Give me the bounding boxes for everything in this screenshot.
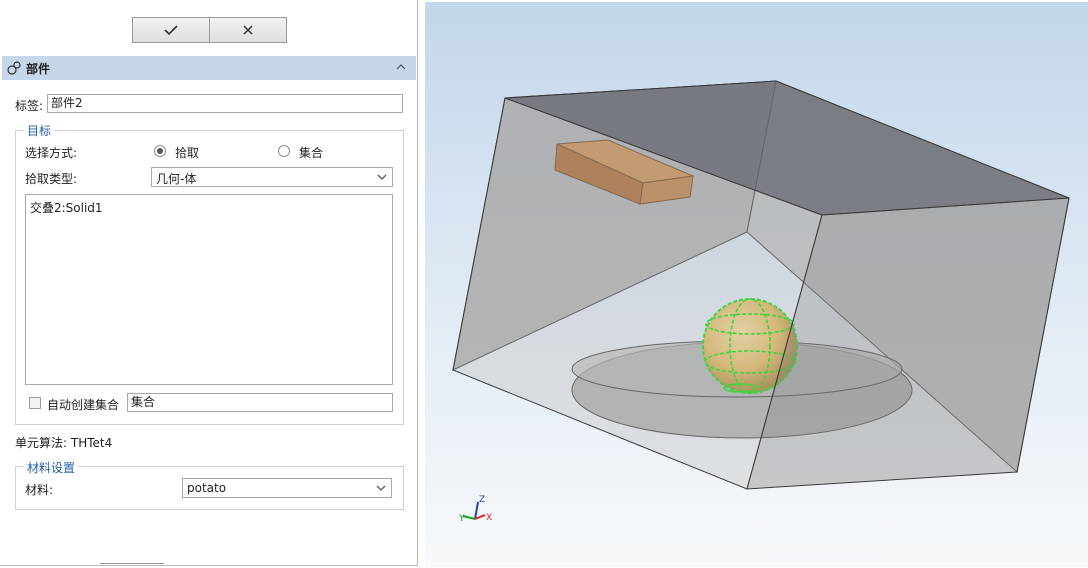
axis-x-label: X xyxy=(486,513,492,523)
pick-type-caption: 拾取类型: xyxy=(25,172,78,186)
auto-create-set-label: 自动创建集合 xyxy=(47,398,120,412)
part-icon xyxy=(7,61,21,75)
label-caption: 标签: xyxy=(15,99,44,113)
element-algorithm-text: 单元算法: THTet4 xyxy=(15,436,113,450)
radio-pick[interactable] xyxy=(154,145,166,157)
auto-create-set-checkbox[interactable] xyxy=(29,397,41,409)
cancel-button[interactable] xyxy=(209,18,286,42)
property-panel: 部件 标签: 部件2 目标 选择方式: 拾取 集合 拾取类型: 几何-体 交叠2… xyxy=(0,0,418,566)
material-caption: 材料: xyxy=(25,483,54,497)
ok-cancel-bar xyxy=(132,17,287,43)
ok-button[interactable] xyxy=(133,18,209,42)
check-icon xyxy=(164,25,178,36)
3d-viewport[interactable]: Z X Y xyxy=(425,2,1088,567)
chevron-down-icon xyxy=(376,485,386,491)
material-group-title: 材料设置 xyxy=(24,459,79,476)
material-select[interactable]: potato xyxy=(182,478,392,498)
chevron-down-icon xyxy=(377,174,387,180)
pick-list[interactable]: 交叠2:Solid1 xyxy=(25,194,393,385)
axis-triad: Z X Y xyxy=(458,495,492,524)
label-input[interactable]: 部件2 xyxy=(47,94,403,113)
list-item[interactable]: 交叠2:Solid1 xyxy=(26,195,392,220)
set-name-input[interactable]: 集合 xyxy=(127,393,393,412)
bottom-tab[interactable] xyxy=(100,563,164,568)
axis-y-label: Y xyxy=(458,514,465,524)
section-header-part[interactable]: 部件 xyxy=(2,56,416,80)
pick-type-value: 几何-体 xyxy=(156,172,197,186)
target-group-title: 目标 xyxy=(24,122,55,139)
scene: Z X Y xyxy=(452,80,1070,524)
close-icon xyxy=(243,25,253,35)
radio-set[interactable] xyxy=(278,145,290,157)
radio-set-label: 集合 xyxy=(299,146,324,160)
select-mode-caption: 选择方式: xyxy=(25,146,78,160)
axis-y-line xyxy=(462,515,476,520)
section-title: 部件 xyxy=(26,61,51,76)
axis-z-line xyxy=(474,501,479,520)
radio-pick-label: 拾取 xyxy=(175,146,200,160)
material-value: potato xyxy=(187,481,227,495)
pick-type-select[interactable]: 几何-体 xyxy=(151,167,393,187)
chevron-up-icon[interactable] xyxy=(394,60,408,74)
axis-z-label: Z xyxy=(479,495,485,505)
